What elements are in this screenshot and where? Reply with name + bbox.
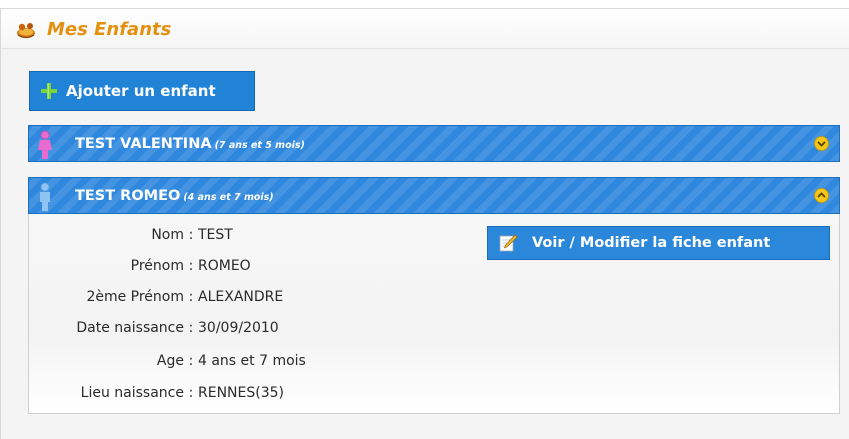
detail-label: Date naissance: [76, 320, 184, 336]
detail-row-lieu-naissance: Lieu naissance: RENNES(35): [29, 385, 284, 407]
detail-value: 30/09/2010: [198, 320, 279, 336]
plus-icon: [41, 83, 57, 99]
boy-icon: [40, 182, 50, 211]
detail-row-nom: Nom: TEST: [29, 227, 233, 249]
detail-separator: :: [188, 227, 194, 243]
detail-row-age: Age:4 ans et 7 mois: [29, 353, 306, 375]
detail-row-second-prenom: 2ème Prénom: ALEXANDRE: [29, 289, 283, 311]
expand-icon[interactable]: [814, 136, 829, 151]
detail-value: 4 ans et 7 mois: [198, 353, 306, 369]
child-name-valentina: TEST VALENTINA (7 ans et 5 mois): [75, 136, 305, 152]
edit-icon: [499, 234, 518, 252]
detail-label: Nom: [151, 227, 184, 243]
edit-child-label: Voir / Modifier la fiche enfant: [532, 235, 771, 251]
child-age-romeo: (4 ans et 7 mois): [183, 192, 274, 203]
add-child-button[interactable]: Ajouter un enfant: [29, 71, 255, 111]
detail-label: Prénom: [130, 258, 184, 274]
detail-value: RENNES(35): [198, 385, 284, 401]
child-name-romeo: TEST ROMEO (4 ans et 7 mois): [75, 188, 274, 204]
detail-label: 2ème Prénom: [86, 289, 184, 305]
detail-separator: :: [188, 289, 194, 305]
panel-header: Mes Enfants: [1, 9, 849, 49]
detail-value: ALEXANDRE: [198, 289, 284, 305]
detail-separator: :: [188, 353, 194, 369]
child-age-valentina: (7 ans et 5 mois): [214, 140, 305, 151]
panel-title: Mes Enfants: [47, 19, 172, 40]
detail-label: Lieu naissance: [80, 385, 184, 401]
edit-child-button[interactable]: Voir / Modifier la fiche enfant: [487, 226, 830, 260]
children-icon: [17, 23, 35, 39]
detail-label: Age: [156, 353, 184, 369]
detail-value: ROMEO: [198, 258, 251, 274]
add-child-label: Ajouter un enfant: [66, 82, 216, 100]
child-bar-romeo[interactable]: TEST ROMEO (4 ans et 7 mois): [28, 177, 840, 214]
detail-row-date-naissance: Date naissance:30/09/2010: [29, 320, 279, 342]
girl-icon: [38, 130, 52, 159]
detail-separator: :: [188, 385, 194, 401]
detail-value: TEST: [198, 227, 233, 243]
child-bar-valentina[interactable]: TEST VALENTINA (7 ans et 5 mois): [28, 125, 840, 162]
detail-separator: :: [188, 320, 194, 336]
detail-row-prenom: Prénom: ROMEO: [29, 258, 251, 280]
collapse-icon[interactable]: [814, 188, 829, 203]
detail-separator: :: [188, 258, 194, 274]
